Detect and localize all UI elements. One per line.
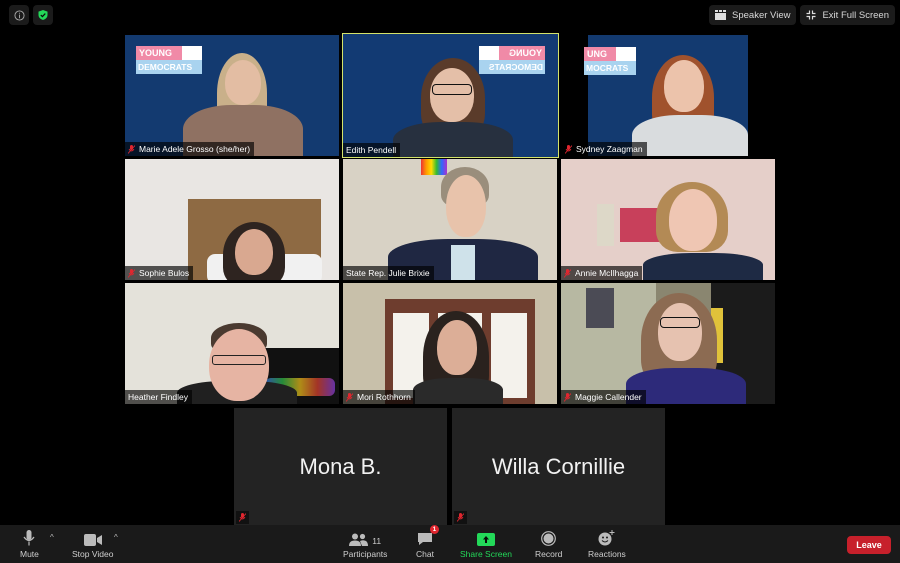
record-label: Record [535,549,563,559]
video-tile[interactable]: Mori Rothhorn [343,283,557,404]
logo-top-text: YOUNG [499,46,545,60]
reactions-button[interactable]: Reactions [588,529,626,559]
participants-count: 11 [372,536,382,546]
video-camera-icon [83,534,102,546]
audio-options-caret-icon[interactable]: ^ [50,533,54,542]
participant-name-tag: Heather Findley [125,390,193,404]
muted-mic-icon [564,392,571,402]
video-tile[interactable]: State Rep. Julie Brixie [343,159,557,280]
smiley-plus-icon [598,530,615,546]
participant-name: Mona B. [299,454,382,479]
video-tile-active-speaker[interactable]: YOUNG DEMOCRATS Edith Pendell [342,33,559,158]
participant-name: Edith Pendell [346,145,397,155]
muted-mic-icon [457,513,464,522]
video-options-caret-icon[interactable]: ^ [114,533,118,542]
logo-bottom-text: DEMOCRATS [136,60,202,74]
young-democrats-logo: YOUNG DEMOCRATS [136,46,202,74]
leave-button[interactable]: Leave [847,536,891,554]
speaker-view-label: Speaker View [732,9,791,21]
muted-mic-icon [564,268,571,278]
logo-top-text: YOUNG [136,46,182,60]
chat-button[interactable]: 1 Chat [416,525,439,559]
muted-mic-icon [346,392,353,402]
participant-name: Annie McIlhagga [575,268,639,278]
participant-name: Mori Rothhorn [357,392,411,402]
mute-label: Mute [20,549,39,559]
chat-bubble-icon [417,533,432,545]
video-off-tile[interactable]: Mona B. [234,408,447,526]
participant-name: Sydney Zaagman [576,144,643,154]
video-tile[interactable]: UNG MOCRATS Sydney Zaagman [562,35,748,156]
participant-name-tag: Marie Adele Grosso (she/her) [125,142,255,156]
exit-full-screen-icon [806,10,816,20]
video-tile[interactable]: YOUNG DEMOCRATS Marie Adele Grosso (she/… [125,35,339,156]
participant-name: Marie Adele Grosso (she/her) [139,144,251,154]
encryption-button[interactable] [33,5,53,25]
participant-name-tag: Mori Rothhorn [343,390,415,404]
wall-sign [597,204,614,246]
young-democrats-logo-mirrored: YOUNG DEMOCRATS [479,46,545,74]
share-screen-icon [476,533,495,546]
view-controls: Speaker View Exit Full Screen [709,5,895,25]
muted-mic-icon [128,144,135,154]
video-tile[interactable]: Sophie Bulos [125,159,339,280]
muted-mic-icon [128,268,135,278]
video-tile[interactable]: Heather Findley [125,283,339,404]
muted-indicator [236,511,249,524]
speaker-view-icon [715,10,727,20]
participants-label: Participants [343,549,388,559]
chat-unread-badge: 1 [429,525,439,534]
video-tile[interactable]: Maggie Callender [561,283,775,404]
record-icon [541,531,557,546]
muted-indicator [454,511,467,524]
meeting-toolbar: Mute ^ Stop Video ^ 11 Participants 1 Ch… [0,525,900,563]
record-button[interactable]: Record [535,529,562,559]
stop-video-label: Stop Video [72,549,114,559]
participant-name: Sophie Bulos [139,268,190,278]
chat-label: Chat [416,549,434,559]
muted-mic-icon [239,513,246,522]
participant-name-tag: State Rep. Julie Brixie [343,266,434,280]
participant-name-tag: Annie McIlhagga [561,266,643,280]
participant-name-tag: Maggie Callender [561,390,646,404]
exit-full-screen-label: Exit Full Screen [822,9,889,21]
logo-bottom-text: DEMOCRATS [479,60,545,74]
young-democrats-logo: UNG MOCRATS [584,47,636,75]
share-screen-label: Share Screen [460,549,512,559]
meeting-info-bar [9,5,53,25]
meeting-info-button[interactable] [9,5,29,25]
participant-name-tag: Sydney Zaagman [562,142,647,156]
participants-button[interactable]: 11 Participants [343,529,387,559]
participant-name-tag: Edith Pendell [343,143,401,157]
info-icon [13,9,25,21]
rainbow-flag [421,159,447,175]
participant-name: State Rep. Julie Brixie [346,268,430,278]
stop-video-button[interactable]: Stop Video [72,529,113,559]
zoom-meeting-window: Speaker View Exit Full Screen YOUNG DEMO… [0,0,900,563]
muted-mic-icon [565,144,572,154]
participant-name: Maggie Callender [575,392,642,402]
wall-poster [586,288,614,328]
share-screen-button[interactable]: Share Screen [460,529,512,559]
reactions-label: Reactions [588,549,626,559]
video-tile[interactable]: Annie McIlhagga [561,159,775,280]
microphone-icon [23,530,35,546]
participant-name: Heather Findley [128,392,189,402]
speaker-view-button[interactable]: Speaker View [709,5,797,25]
participant-name: Willa Cornillie [491,454,626,479]
participants-icon [349,533,369,546]
participant-name-tag: Sophie Bulos [125,266,194,280]
mute-button[interactable]: Mute [20,529,39,559]
exit-full-screen-button[interactable]: Exit Full Screen [800,5,895,25]
shield-check-icon [38,10,48,20]
video-off-tile[interactable]: Willa Cornillie [452,408,665,526]
